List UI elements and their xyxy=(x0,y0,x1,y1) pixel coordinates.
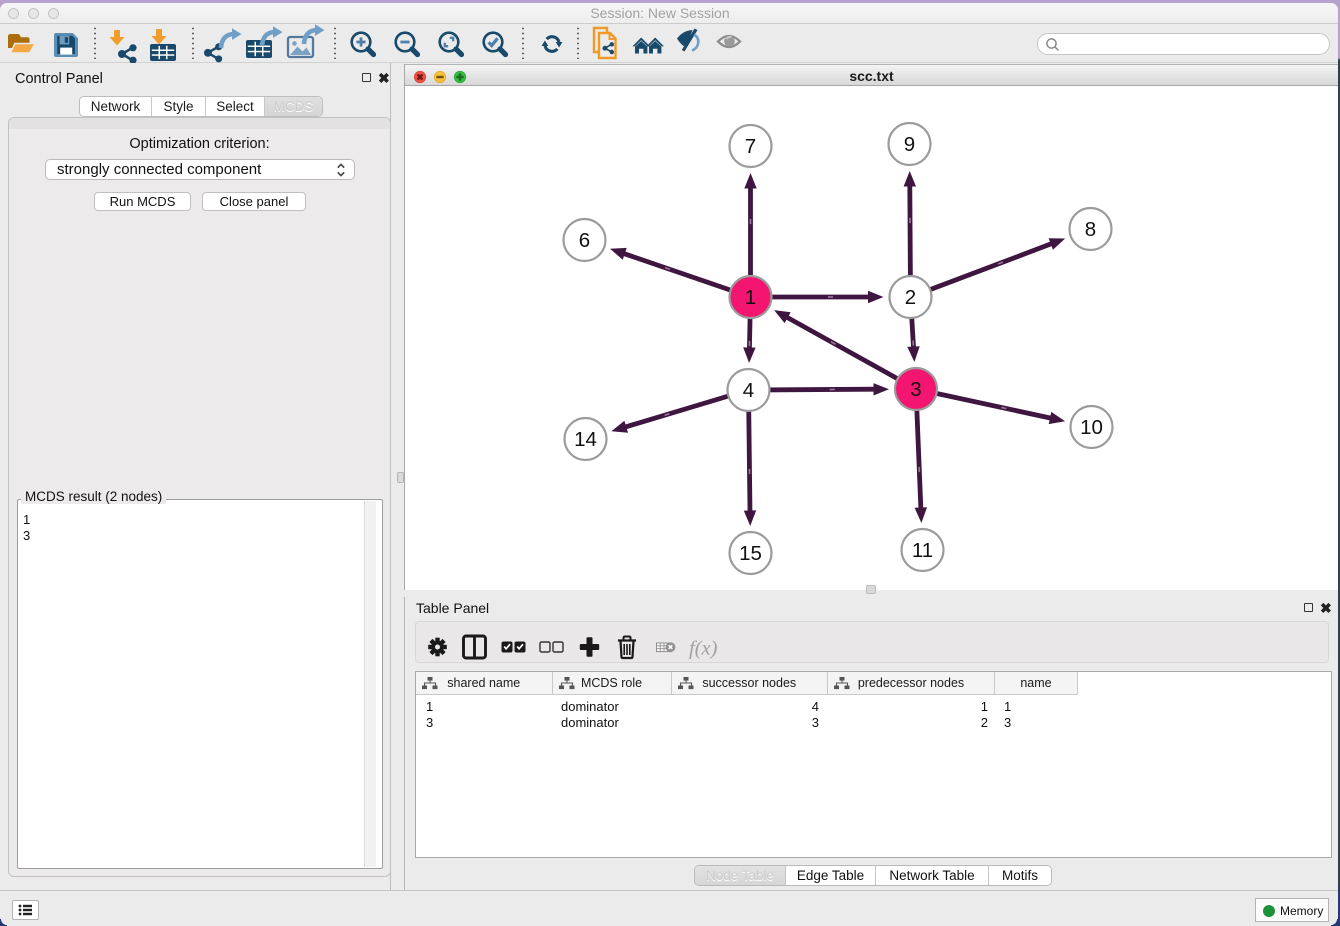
svg-text:1: 1 xyxy=(745,286,756,309)
svg-text:7: 7 xyxy=(745,135,756,158)
svg-text:15: 15 xyxy=(739,542,762,565)
svg-text:10: 10 xyxy=(1080,416,1103,439)
svg-text:4: 4 xyxy=(743,379,754,402)
svg-text:8: 8 xyxy=(1085,218,1096,241)
svg-text:f(x): f(x) xyxy=(689,638,718,660)
svg-text:11: 11 xyxy=(912,539,933,562)
svg-text:2: 2 xyxy=(905,286,916,309)
svg-text:6: 6 xyxy=(579,229,590,252)
svg-text:9: 9 xyxy=(904,133,915,156)
svg-text:3: 3 xyxy=(910,378,921,401)
svg-text:14: 14 xyxy=(574,428,597,451)
